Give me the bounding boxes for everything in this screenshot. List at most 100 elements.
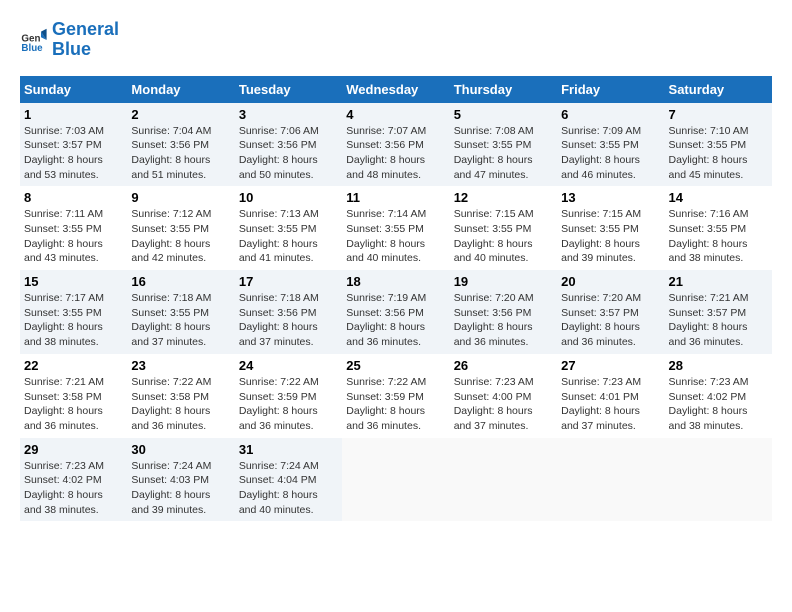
day-info: Sunrise: 7:13 AMSunset: 3:55 PMDaylight:… bbox=[239, 207, 338, 266]
day-info: Sunrise: 7:18 AMSunset: 3:56 PMDaylight:… bbox=[239, 291, 338, 350]
day-info: Sunrise: 7:12 AMSunset: 3:55 PMDaylight:… bbox=[131, 207, 230, 266]
calendar-cell: 11 Sunrise: 7:14 AMSunset: 3:55 PMDayligh… bbox=[342, 186, 449, 270]
day-info: Sunrise: 7:06 AMSunset: 3:56 PMDaylight:… bbox=[239, 124, 338, 183]
day-info: Sunrise: 7:20 AMSunset: 3:56 PMDaylight:… bbox=[454, 291, 553, 350]
day-info: Sunrise: 7:18 AMSunset: 3:55 PMDaylight:… bbox=[131, 291, 230, 350]
day-number: 27 bbox=[561, 358, 660, 373]
day-number: 12 bbox=[454, 190, 553, 205]
calendar-cell: 3 Sunrise: 7:06 AMSunset: 3:56 PMDaylight… bbox=[235, 103, 342, 187]
day-info: Sunrise: 7:21 AMSunset: 3:58 PMDaylight:… bbox=[24, 375, 123, 434]
calendar-cell: 20 Sunrise: 7:20 AMSunset: 3:57 PMDayligh… bbox=[557, 270, 664, 354]
day-info: Sunrise: 7:15 AMSunset: 3:55 PMDaylight:… bbox=[561, 207, 660, 266]
calendar-cell: 7Sunrise: 7:10 AMSunset: 3:55 PMDaylight… bbox=[665, 103, 772, 187]
calendar-cell bbox=[450, 438, 557, 522]
logo-text: GeneralBlue bbox=[52, 20, 119, 60]
day-number: 20 bbox=[561, 274, 660, 289]
day-number: 2 bbox=[131, 107, 230, 122]
day-number: 29 bbox=[24, 442, 123, 457]
day-number: 5 bbox=[454, 107, 553, 122]
day-info: Sunrise: 7:11 AMSunset: 3:55 PMDaylight:… bbox=[24, 207, 123, 266]
day-number: 19 bbox=[454, 274, 553, 289]
day-number: 30 bbox=[131, 442, 230, 457]
calendar-cell: 17 Sunrise: 7:18 AMSunset: 3:56 PMDayligh… bbox=[235, 270, 342, 354]
day-number: 26 bbox=[454, 358, 553, 373]
calendar-cell: 12 Sunrise: 7:15 AMSunset: 3:55 PMDayligh… bbox=[450, 186, 557, 270]
day-number: 31 bbox=[239, 442, 338, 457]
logo-icon: Gen Blue bbox=[20, 26, 48, 54]
calendar-cell: 30 Sunrise: 7:24 AMSunset: 4:03 PMDayligh… bbox=[127, 438, 234, 522]
day-info: Sunrise: 7:23 AMSunset: 4:00 PMDaylight:… bbox=[454, 375, 553, 434]
svg-text:Blue: Blue bbox=[21, 43, 43, 54]
day-info: Sunrise: 7:16 AMSunset: 3:55 PMDaylight:… bbox=[669, 207, 768, 266]
calendar-cell: 8Sunrise: 7:11 AMSunset: 3:55 PMDaylight… bbox=[20, 186, 127, 270]
logo: Gen Blue GeneralBlue bbox=[20, 20, 119, 60]
calendar-cell: 2 Sunrise: 7:04 AMSunset: 3:56 PMDaylight… bbox=[127, 103, 234, 187]
day-info: Sunrise: 7:24 AMSunset: 4:04 PMDaylight:… bbox=[239, 459, 338, 518]
day-number: 14 bbox=[669, 190, 768, 205]
col-header-friday: Friday bbox=[557, 76, 664, 103]
calendar-cell: 13 Sunrise: 7:15 AMSunset: 3:55 PMDayligh… bbox=[557, 186, 664, 270]
day-info: Sunrise: 7:08 AMSunset: 3:55 PMDaylight:… bbox=[454, 124, 553, 183]
calendar-cell bbox=[342, 438, 449, 522]
day-info: Sunrise: 7:10 AMSunset: 3:55 PMDaylight:… bbox=[669, 124, 768, 183]
calendar-cell bbox=[665, 438, 772, 522]
calendar-cell: 29 Sunrise: 7:23 AMSunset: 4:02 PMDayligh… bbox=[20, 438, 127, 522]
day-number: 13 bbox=[561, 190, 660, 205]
day-number: 22 bbox=[24, 358, 123, 373]
day-number: 28 bbox=[669, 358, 768, 373]
day-info: Sunrise: 7:22 AMSunset: 3:59 PMDaylight:… bbox=[346, 375, 445, 434]
calendar-table: SundayMondayTuesdayWednesdayThursdayFrid… bbox=[20, 76, 772, 522]
day-number: 16 bbox=[131, 274, 230, 289]
col-header-tuesday: Tuesday bbox=[235, 76, 342, 103]
day-number: 3 bbox=[239, 107, 338, 122]
calendar-cell: 4 Sunrise: 7:07 AMSunset: 3:56 PMDaylight… bbox=[342, 103, 449, 187]
day-number: 9 bbox=[131, 190, 230, 205]
calendar-cell: 9 Sunrise: 7:12 AMSunset: 3:55 PMDaylight… bbox=[127, 186, 234, 270]
calendar-cell: 10 Sunrise: 7:13 AMSunset: 3:55 PMDayligh… bbox=[235, 186, 342, 270]
day-number: 17 bbox=[239, 274, 338, 289]
day-info: Sunrise: 7:17 AMSunset: 3:55 PMDaylight:… bbox=[24, 291, 123, 350]
day-info: Sunrise: 7:14 AMSunset: 3:55 PMDaylight:… bbox=[346, 207, 445, 266]
day-info: Sunrise: 7:19 AMSunset: 3:56 PMDaylight:… bbox=[346, 291, 445, 350]
calendar-cell bbox=[557, 438, 664, 522]
day-info: Sunrise: 7:24 AMSunset: 4:03 PMDaylight:… bbox=[131, 459, 230, 518]
day-info: Sunrise: 7:22 AMSunset: 3:58 PMDaylight:… bbox=[131, 375, 230, 434]
calendar-cell: 23 Sunrise: 7:22 AMSunset: 3:58 PMDayligh… bbox=[127, 354, 234, 438]
day-info: Sunrise: 7:09 AMSunset: 3:55 PMDaylight:… bbox=[561, 124, 660, 183]
calendar-cell: 18 Sunrise: 7:19 AMSunset: 3:56 PMDayligh… bbox=[342, 270, 449, 354]
calendar-cell: 28 Sunrise: 7:23 AMSunset: 4:02 PMDayligh… bbox=[665, 354, 772, 438]
day-number: 11 bbox=[346, 190, 445, 205]
col-header-sunday: Sunday bbox=[20, 76, 127, 103]
day-number: 15 bbox=[24, 274, 123, 289]
day-info: Sunrise: 7:20 AMSunset: 3:57 PMDaylight:… bbox=[561, 291, 660, 350]
calendar-cell: 21 Sunrise: 7:21 AMSunset: 3:57 PMDayligh… bbox=[665, 270, 772, 354]
calendar-cell: 22 Sunrise: 7:21 AMSunset: 3:58 PMDayligh… bbox=[20, 354, 127, 438]
calendar-header: SundayMondayTuesdayWednesdayThursdayFrid… bbox=[20, 76, 772, 103]
calendar-cell: 31 Sunrise: 7:24 AMSunset: 4:04 PMDayligh… bbox=[235, 438, 342, 522]
day-info: Sunrise: 7:03 AMSunset: 3:57 PMDaylight:… bbox=[24, 124, 123, 183]
day-info: Sunrise: 7:07 AMSunset: 3:56 PMDaylight:… bbox=[346, 124, 445, 183]
day-info: Sunrise: 7:15 AMSunset: 3:55 PMDaylight:… bbox=[454, 207, 553, 266]
calendar-cell: 6 Sunrise: 7:09 AMSunset: 3:55 PMDaylight… bbox=[557, 103, 664, 187]
day-number: 10 bbox=[239, 190, 338, 205]
col-header-thursday: Thursday bbox=[450, 76, 557, 103]
col-header-monday: Monday bbox=[127, 76, 234, 103]
day-info: Sunrise: 7:23 AMSunset: 4:02 PMDaylight:… bbox=[669, 375, 768, 434]
day-info: Sunrise: 7:23 AMSunset: 4:02 PMDaylight:… bbox=[24, 459, 123, 518]
day-number: 21 bbox=[669, 274, 768, 289]
calendar-cell: 19 Sunrise: 7:20 AMSunset: 3:56 PMDayligh… bbox=[450, 270, 557, 354]
day-number: 6 bbox=[561, 107, 660, 122]
calendar-cell: 27 Sunrise: 7:23 AMSunset: 4:01 PMDayligh… bbox=[557, 354, 664, 438]
calendar-cell: 5 Sunrise: 7:08 AMSunset: 3:55 PMDaylight… bbox=[450, 103, 557, 187]
day-number: 18 bbox=[346, 274, 445, 289]
day-number: 23 bbox=[131, 358, 230, 373]
calendar-cell: 25Sunrise: 7:22 AMSunset: 3:59 PMDayligh… bbox=[342, 354, 449, 438]
day-number: 24 bbox=[239, 358, 338, 373]
day-info: Sunrise: 7:04 AMSunset: 3:56 PMDaylight:… bbox=[131, 124, 230, 183]
calendar-cell: 15 Sunrise: 7:17 AMSunset: 3:55 PMDayligh… bbox=[20, 270, 127, 354]
calendar-cell: 14 Sunrise: 7:16 AMSunset: 3:55 PMDayligh… bbox=[665, 186, 772, 270]
day-number: 4 bbox=[346, 107, 445, 122]
day-info: Sunrise: 7:21 AMSunset: 3:57 PMDaylight:… bbox=[669, 291, 768, 350]
col-header-saturday: Saturday bbox=[665, 76, 772, 103]
day-info: Sunrise: 7:23 AMSunset: 4:01 PMDaylight:… bbox=[561, 375, 660, 434]
